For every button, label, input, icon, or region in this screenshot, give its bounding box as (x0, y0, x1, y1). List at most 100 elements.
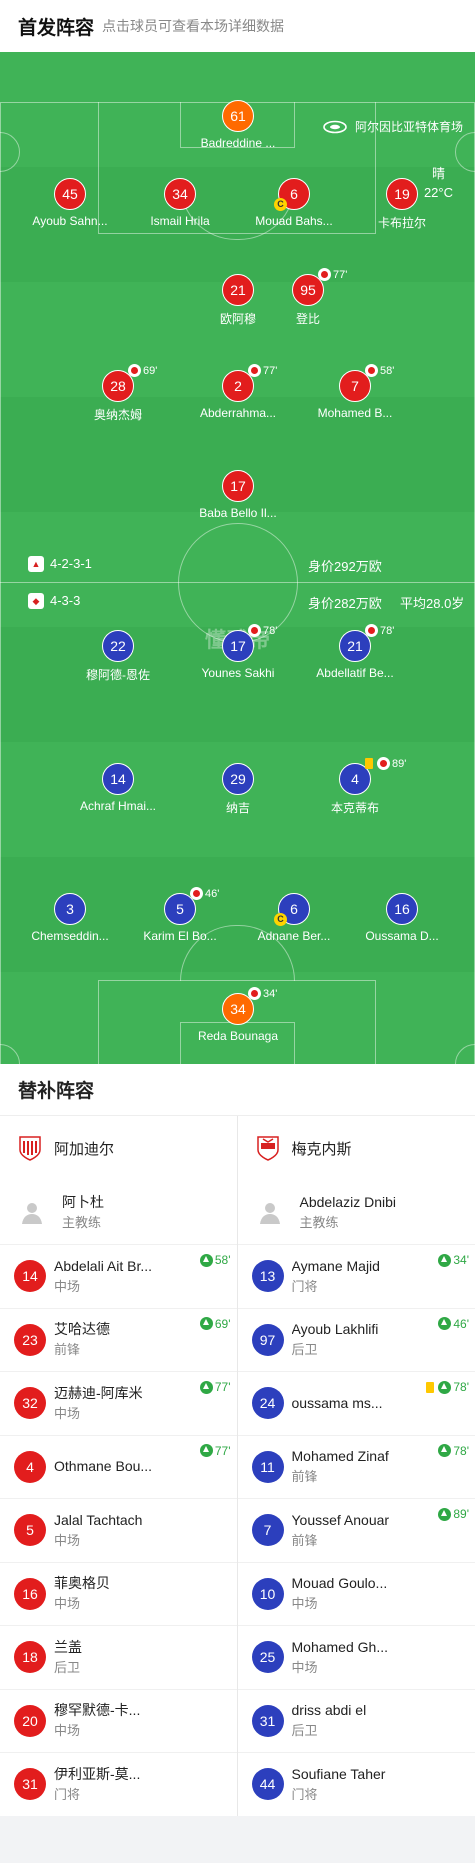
away-substitutes: 梅克内斯 Abdelaziz Dnibi 主教练 13 Aymane Majid 门… (237, 1116, 475, 1816)
captain-badge: C (274, 198, 287, 211)
substitution-in-minute: 89' (453, 1507, 469, 1521)
home-substitute-row[interactable]: 31 伊利亚斯-莫... 门将 (0, 1752, 237, 1816)
substitution-in-icon (438, 1253, 452, 1267)
substitute-position: 中场 (54, 1278, 81, 1294)
substitute-name: 艾哈达德 (54, 1321, 110, 1338)
player-name: Mohamed B... (317, 406, 393, 420)
pitch-player[interactable]: 3 Chemseddin... (20, 893, 120, 947)
pitch-player[interactable]: 34 Ismail Hrila (130, 178, 230, 232)
substitute-name: Mohamed Gh... (291, 1638, 389, 1655)
substitute-name: 菲奥格贝 (54, 1575, 110, 1592)
substitution-in-indicator: 34' (438, 1253, 469, 1267)
substitute-name: 迈赫迪-阿库米 (54, 1384, 143, 1401)
substitute-position: 门将 (291, 1278, 318, 1294)
home-coach[interactable]: 阿卜杜 主教练 (0, 1180, 237, 1244)
substitution-in-indicator: 78' (426, 1380, 469, 1394)
away-team-header[interactable]: 梅克内斯 (238, 1116, 475, 1180)
away-substitute-row[interactable]: 97 Ayoub Lakhlifi 后卫 46' (237, 1307, 475, 1372)
player-name: 纳吉 (225, 801, 250, 815)
pitch-player[interactable]: 4 本克蒂布 89' (305, 757, 406, 817)
player-number: 61 (222, 100, 254, 132)
home-substitute-row[interactable]: 5 Jalal Tachtach 中场 (0, 1498, 237, 1562)
home-team-header[interactable]: 阿加迪尔 (0, 1116, 237, 1180)
player-number: 45 (54, 178, 86, 210)
pitch-player[interactable]: 45 Ayoub Sahn... (20, 178, 120, 232)
pitch-player[interactable]: 19 卡布拉尔 (352, 178, 452, 232)
home-formation: 4-2-3-1 (50, 556, 92, 571)
home-substitute-row[interactable]: 32 迈赫迪-阿库米 中场 77' (0, 1371, 237, 1435)
pitch-player[interactable]: 34 Reda Bounaga 34' (188, 987, 288, 1047)
home-substitute-row[interactable]: 20 穆罕默德-卡... 中场 (0, 1688, 237, 1753)
pitch-player[interactable]: 22 穆阿德-恩佐 (68, 630, 168, 684)
substitute-number: 7 (251, 1514, 284, 1547)
player-number: 34 (164, 178, 196, 210)
player-name: 卡布拉尔 (377, 216, 426, 230)
substitution-minute: 69' (143, 364, 158, 377)
away-substitute-row[interactable]: 24 oussama ms... 78' (237, 1371, 475, 1435)
player-number: 21 (222, 274, 254, 306)
substitution-out-icon (248, 624, 261, 637)
pitch-player[interactable]: 17 Younes Sakhi 78' (188, 624, 288, 684)
away-coach[interactable]: Abdelaziz Dnibi 主教练 (238, 1180, 475, 1244)
captain-badge: C (274, 913, 287, 926)
home-substitute-row[interactable]: 14 Abdelali Ait Br... 中场 58' (0, 1244, 237, 1308)
lineup-title: 首发阵容 (18, 17, 95, 39)
home-team-logo-icon: ▲ (28, 556, 44, 572)
substitution-indicator: 78' (248, 624, 277, 637)
substitution-in-minute: 77' (214, 1380, 231, 1394)
pitch-player[interactable]: 17 Baba Bello Il... (188, 470, 288, 524)
pitch-player[interactable]: 61 Badreddine ... (188, 100, 288, 154)
pitch-player[interactable]: 6 Mouad Bahs... C (244, 178, 344, 232)
substitute-position: 后卫 (291, 1723, 318, 1739)
away-substitute-row[interactable]: 44 Soufiane Taher 门将 (237, 1752, 475, 1816)
substitution-out-icon (377, 757, 390, 770)
pitch-player[interactable]: 29 纳吉 (188, 763, 288, 817)
pitch-player[interactable]: 21 Abdellatif Be... 78' (305, 624, 405, 684)
pitch-player[interactable]: 5 Karim El Bo... 46' (130, 887, 230, 947)
substitution-in-indicator: 77' (199, 1380, 231, 1394)
substitute-position: 中场 (54, 1532, 81, 1548)
player-number: 17 (222, 470, 254, 502)
substitution-indicator: 77' (248, 364, 277, 377)
lineup-header: 首发阵容 点击球员可查看本场详细数据 (0, 0, 475, 52)
substitute-name: oussama ms... (291, 1394, 383, 1411)
home-substitute-row[interactable]: 16 菲奥格贝 中场 (0, 1561, 237, 1626)
substitution-indicator: 46' (190, 887, 219, 900)
substitution-minute: 34' (263, 987, 278, 1000)
pitch-player[interactable]: 6 Adnane Ber... C (244, 893, 344, 947)
substitution-in-icon (199, 1444, 213, 1457)
player-name: Abderrahma... (199, 406, 277, 420)
home-substitute-row[interactable]: 4 Othmane Bou... 77' (0, 1434, 237, 1499)
away-team-logo-icon: ◆ (28, 593, 44, 609)
player-name: Mouad Bahs... (255, 214, 333, 228)
home-substitute-row[interactable]: 18 兰盖 后卫 (0, 1625, 237, 1689)
home-substitute-row[interactable]: 23 艾哈达德 前锋 69' (0, 1307, 237, 1372)
home-coach-name: 阿卜杜 (62, 1193, 104, 1210)
away-substitute-row[interactable]: 25 Mohamed Gh... 中场 (237, 1625, 475, 1689)
away-substitute-row[interactable]: 10 Mouad Goulo... 中场 (237, 1561, 475, 1626)
substitution-in-indicator: 46' (438, 1317, 469, 1331)
substitute-position: 中场 (291, 1596, 318, 1612)
substitute-number: 31 (251, 1704, 284, 1737)
substitutes-panel: 阿加迪尔 阿卜杜 主教练 14 Abdelali Ait Br... 中场 58' 23… (0, 1116, 475, 1816)
substitute-name: Youssef Anouar (291, 1511, 390, 1528)
away-formation: 4-3-3 (50, 593, 81, 608)
pitch-player[interactable]: 16 Oussama D... (352, 893, 452, 947)
stadium-icon (323, 120, 347, 133)
pitch-player[interactable]: 28 奥纳杰姆 69' (68, 364, 168, 424)
pitch-player[interactable]: 7 Mohamed B... 58' (305, 364, 405, 424)
away-substitute-row[interactable]: 31 driss abdi el 后卫 (237, 1688, 475, 1753)
substitute-number: 25 (251, 1641, 284, 1674)
pitch-player[interactable]: 14 Achraf Hmai... (68, 763, 168, 817)
away-substitute-row[interactable]: 7 Youssef Anouar 前锋 89' (237, 1498, 475, 1562)
player-name: Adnane Ber... (257, 929, 331, 943)
pitch-player[interactable]: 95 登比 77' (258, 268, 358, 328)
away-substitute-row[interactable]: 11 Mohamed Zinaf 前锋 78' (237, 1434, 475, 1499)
pitch-player[interactable]: 2 Abderrahma... 77' (188, 364, 288, 424)
away-substitute-row[interactable]: 13 Aymane Majid 门将 34' (237, 1244, 475, 1308)
away-team-name: 梅克内斯 (291, 1140, 352, 1158)
substitution-in-indicator: 69' (199, 1317, 231, 1331)
substitution-out-icon (318, 268, 331, 281)
player-name: Badreddine ... (200, 136, 276, 150)
substitution-in-icon (199, 1380, 213, 1394)
